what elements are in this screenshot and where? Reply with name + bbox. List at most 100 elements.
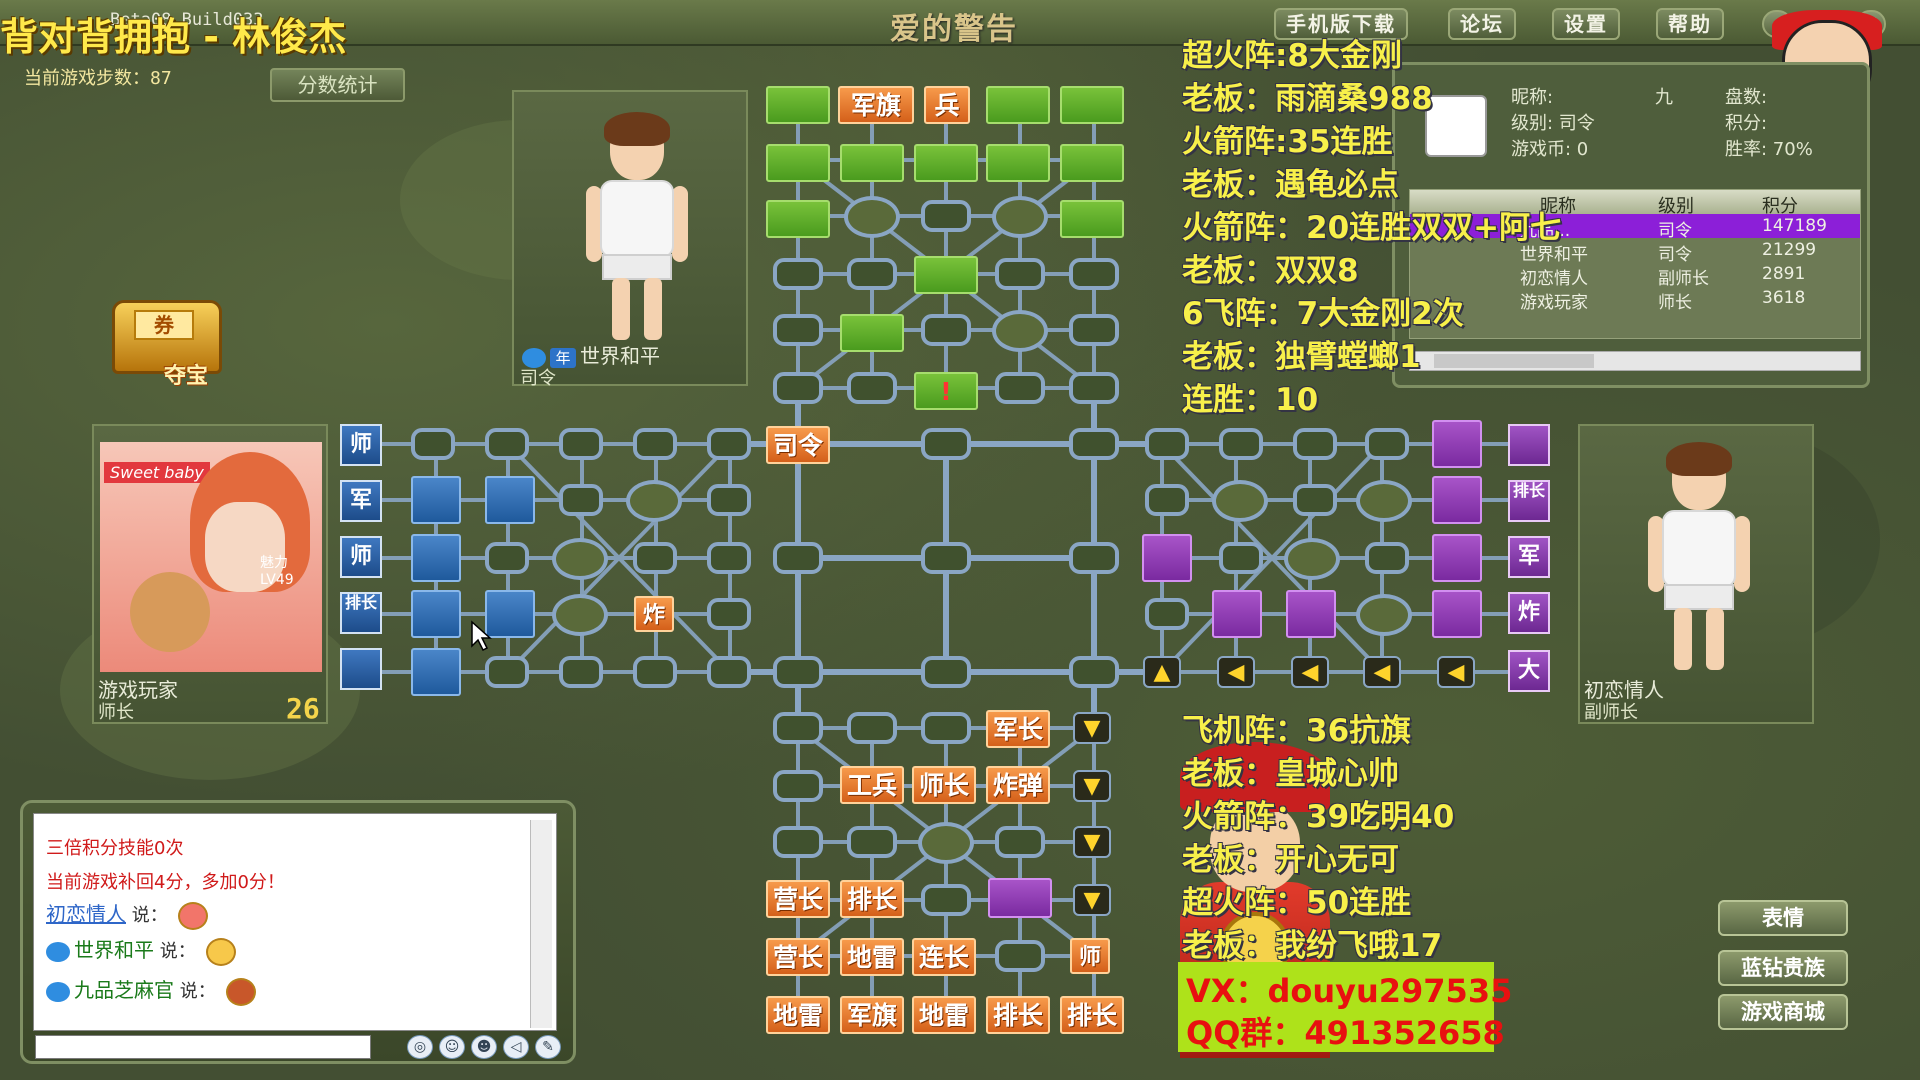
board-cell[interactable] xyxy=(1293,484,1337,516)
board-cell[interactable] xyxy=(921,200,971,232)
forum-button[interactable]: 论坛 xyxy=(1448,8,1516,40)
camp-cell[interactable] xyxy=(552,594,608,636)
camp-cell[interactable] xyxy=(992,310,1048,352)
board-cell[interactable] xyxy=(995,372,1045,404)
piece-army-flag[interactable]: 军旗 xyxy=(838,86,914,124)
piece-platoon-leader[interactable]: 排长 xyxy=(1060,996,1124,1034)
board-cell[interactable] xyxy=(773,826,823,858)
board-cell[interactable] xyxy=(707,598,751,630)
board-cell[interactable] xyxy=(1145,484,1189,516)
piece-bomb[interactable]: 炸弹 xyxy=(986,766,1050,804)
camp-cell[interactable] xyxy=(1356,594,1412,636)
board-cell[interactable] xyxy=(921,314,971,346)
board-cell[interactable] xyxy=(995,940,1045,972)
board-cell[interactable] xyxy=(773,712,823,744)
board-cell[interactable] xyxy=(921,656,971,688)
board-cell[interactable] xyxy=(559,656,603,688)
settings-button[interactable]: 设置 xyxy=(1552,8,1620,40)
board-cell[interactable] xyxy=(1365,542,1409,574)
chat-bubble-icon[interactable]: ◎ xyxy=(407,1035,433,1059)
board-cell[interactable] xyxy=(1219,428,1263,460)
scroll-thumb[interactable] xyxy=(1434,354,1594,368)
board-cell[interactable] xyxy=(1145,428,1189,460)
board-cell[interactable] xyxy=(773,656,823,688)
board-cell[interactable] xyxy=(773,314,823,346)
piece-landmine[interactable]: 地雷 xyxy=(766,996,830,1034)
piece-landmine[interactable]: 地雷 xyxy=(912,996,976,1034)
board-cell[interactable] xyxy=(633,656,677,688)
camp-cell[interactable] xyxy=(918,822,974,864)
board-cell[interactable] xyxy=(559,484,603,516)
piece-purple[interactable] xyxy=(1432,476,1482,524)
board-cell[interactable] xyxy=(633,428,677,460)
chat-input[interactable] xyxy=(35,1035,371,1059)
table-row[interactable]: 初恋情人 副师长 2891 xyxy=(1410,262,1860,289)
piece-platoon-leader[interactable]: 排长 xyxy=(840,880,904,918)
board-cell[interactable] xyxy=(633,542,677,574)
piece-green[interactable] xyxy=(914,256,978,294)
piece-purple[interactable] xyxy=(1432,590,1482,638)
horizontal-scrollbar[interactable] xyxy=(1409,351,1861,371)
board-cell[interactable] xyxy=(1365,428,1409,460)
board-cell[interactable] xyxy=(485,656,529,688)
piece-corps-commander[interactable]: 军长 xyxy=(986,710,1050,748)
board-cell[interactable] xyxy=(921,712,971,744)
piece-green[interactable] xyxy=(1060,200,1124,238)
camp-cell[interactable] xyxy=(626,480,682,522)
piece-green[interactable] xyxy=(840,314,904,352)
board-cell[interactable] xyxy=(1069,258,1119,290)
camp-cell[interactable] xyxy=(992,196,1048,238)
piece-blue[interactable] xyxy=(411,590,461,638)
piece-purple[interactable] xyxy=(1142,534,1192,582)
piece-commander[interactable]: 司令 xyxy=(766,426,830,464)
board-cell[interactable] xyxy=(921,542,971,574)
piece-green[interactable] xyxy=(986,144,1050,182)
board-cell[interactable] xyxy=(707,484,751,516)
board-cell[interactable] xyxy=(921,884,971,916)
piece-purple[interactable] xyxy=(1432,420,1482,468)
piece-green[interactable] xyxy=(766,200,830,238)
board-cell[interactable] xyxy=(707,542,751,574)
piece-battalion-commander[interactable]: 营长 xyxy=(766,938,830,976)
piece-division-commander[interactable]: 师长 xyxy=(912,766,976,804)
help-button[interactable]: 帮助 xyxy=(1656,8,1724,40)
piece-green[interactable] xyxy=(766,86,830,124)
blue-diamond-button[interactable]: 蓝钻贵族 xyxy=(1718,950,1848,986)
piece-platoon-leader[interactable]: 排长 xyxy=(986,996,1050,1034)
board-cell[interactable] xyxy=(847,372,897,404)
board-cell[interactable] xyxy=(847,826,897,858)
board-cell[interactable] xyxy=(1069,314,1119,346)
piece-alert[interactable]: ! xyxy=(914,372,978,410)
camp-cell[interactable] xyxy=(552,538,608,580)
piece-company-commander[interactable]: 连长 xyxy=(912,938,976,976)
piece-division[interactable]: 师 xyxy=(1070,938,1110,974)
wrench-icon[interactable]: ✎ xyxy=(535,1035,561,1059)
board-cell[interactable] xyxy=(773,542,823,574)
board-cell[interactable] xyxy=(1145,598,1189,630)
board-cell[interactable] xyxy=(773,258,823,290)
piece-blue[interactable] xyxy=(485,476,535,524)
emoji-icon[interactable]: ☻ xyxy=(471,1035,497,1059)
board-cell[interactable] xyxy=(485,428,529,460)
piece-green[interactable] xyxy=(840,144,904,182)
chat-username[interactable]: 世界和平 xyxy=(74,938,154,962)
piece-green[interactable] xyxy=(1060,86,1124,124)
score-stats-button[interactable]: 分数统计 xyxy=(270,68,405,102)
piece-green[interactable] xyxy=(1060,144,1124,182)
chat-username[interactable]: 九品芝麻官 xyxy=(74,978,174,1002)
board-cell[interactable] xyxy=(559,428,603,460)
piece-soldier[interactable]: 兵 xyxy=(924,86,970,124)
board-cell[interactable] xyxy=(707,656,751,688)
piece-army-flag[interactable]: 军旗 xyxy=(840,996,904,1034)
camp-cell[interactable] xyxy=(1212,480,1268,522)
board-cell[interactable] xyxy=(1069,372,1119,404)
chat-username[interactable]: 初恋情人 xyxy=(46,902,126,926)
piece-battalion-commander[interactable]: 营长 xyxy=(766,880,830,918)
smiley-icon[interactable]: ☺ xyxy=(439,1035,465,1059)
vertical-scrollbar[interactable] xyxy=(530,820,552,1028)
camp-cell[interactable] xyxy=(844,196,900,238)
piece-purple[interactable] xyxy=(1286,590,1336,638)
board-cell[interactable] xyxy=(707,428,751,460)
board-cell[interactable] xyxy=(1293,428,1337,460)
piece-blue[interactable] xyxy=(411,476,461,524)
